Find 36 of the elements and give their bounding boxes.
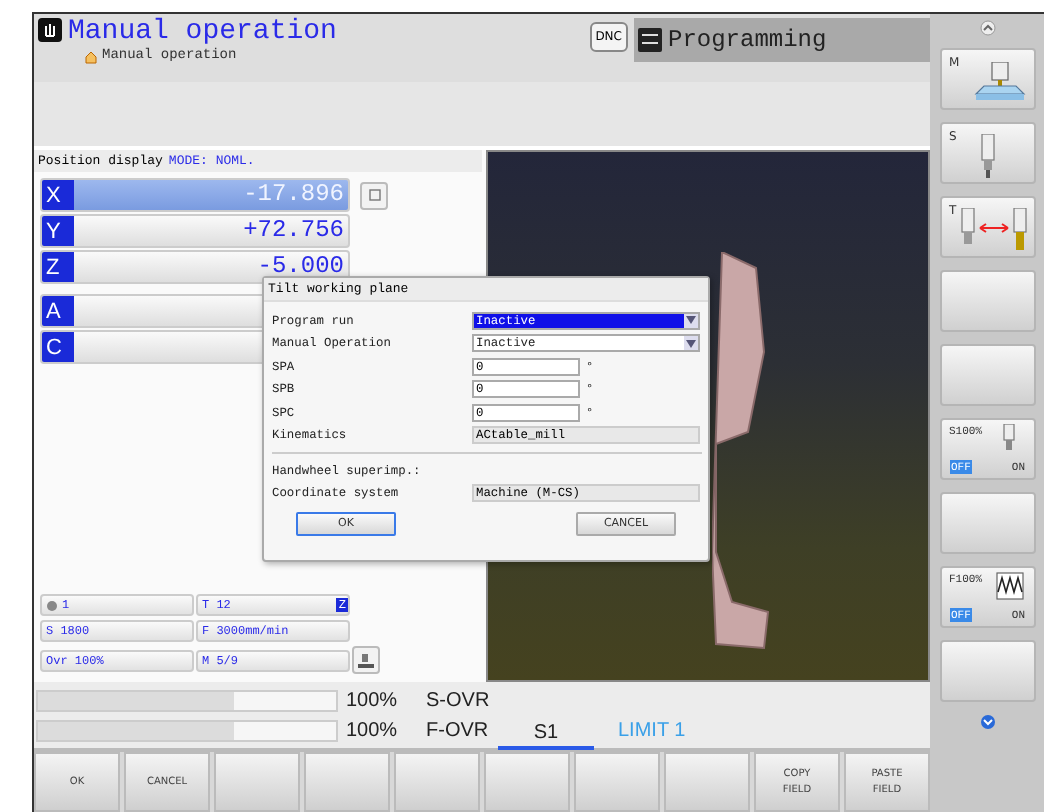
tool-change-icon <box>957 208 1029 252</box>
side-softkey[interactable] <box>939 344 1035 406</box>
side-softkey[interactable] <box>939 492 1035 554</box>
tool-button[interactable] <box>352 646 380 674</box>
softkey[interactable] <box>664 752 750 812</box>
mode-title: Manual operation <box>68 18 337 48</box>
scroll-down-icon <box>979 714 995 730</box>
scroll-up-icon <box>979 20 995 36</box>
softkey[interactable] <box>574 752 660 812</box>
side-softkey[interactable] <box>939 270 1035 332</box>
zigzag-icon <box>995 572 1023 600</box>
override-percent: 100% <box>344 719 400 741</box>
hand-icon <box>38 18 62 42</box>
caret-icon <box>686 316 696 325</box>
softkey[interactable] <box>394 752 480 812</box>
program-manager-icon <box>638 28 662 52</box>
softkey[interactable] <box>214 752 300 812</box>
axis-row[interactable]: X -17.896 <box>40 178 350 212</box>
limit-label: LIMIT 1 <box>618 719 688 741</box>
caret-icon <box>686 339 696 348</box>
override-percent: 100% <box>344 689 400 711</box>
tool-table-icon <box>358 653 374 667</box>
override-name: S-OVR <box>424 689 492 711</box>
machine-table-icon <box>973 62 1025 102</box>
home-icon <box>84 49 98 63</box>
side-softkey[interactable] <box>939 640 1035 702</box>
programming-mode-tab[interactable]: Programming <box>634 18 930 62</box>
axis-row[interactable]: Y +72.756 <box>40 214 350 248</box>
softkey[interactable] <box>484 752 570 812</box>
softkey[interactable] <box>304 752 390 812</box>
preset-icon <box>46 599 58 611</box>
frame-button[interactable] <box>360 181 388 209</box>
spindle-icon <box>977 134 997 178</box>
axis-row[interactable]: Z -5.000 <box>40 250 350 284</box>
override-name: F-OVR <box>424 719 491 741</box>
frame-icon <box>367 188 381 202</box>
